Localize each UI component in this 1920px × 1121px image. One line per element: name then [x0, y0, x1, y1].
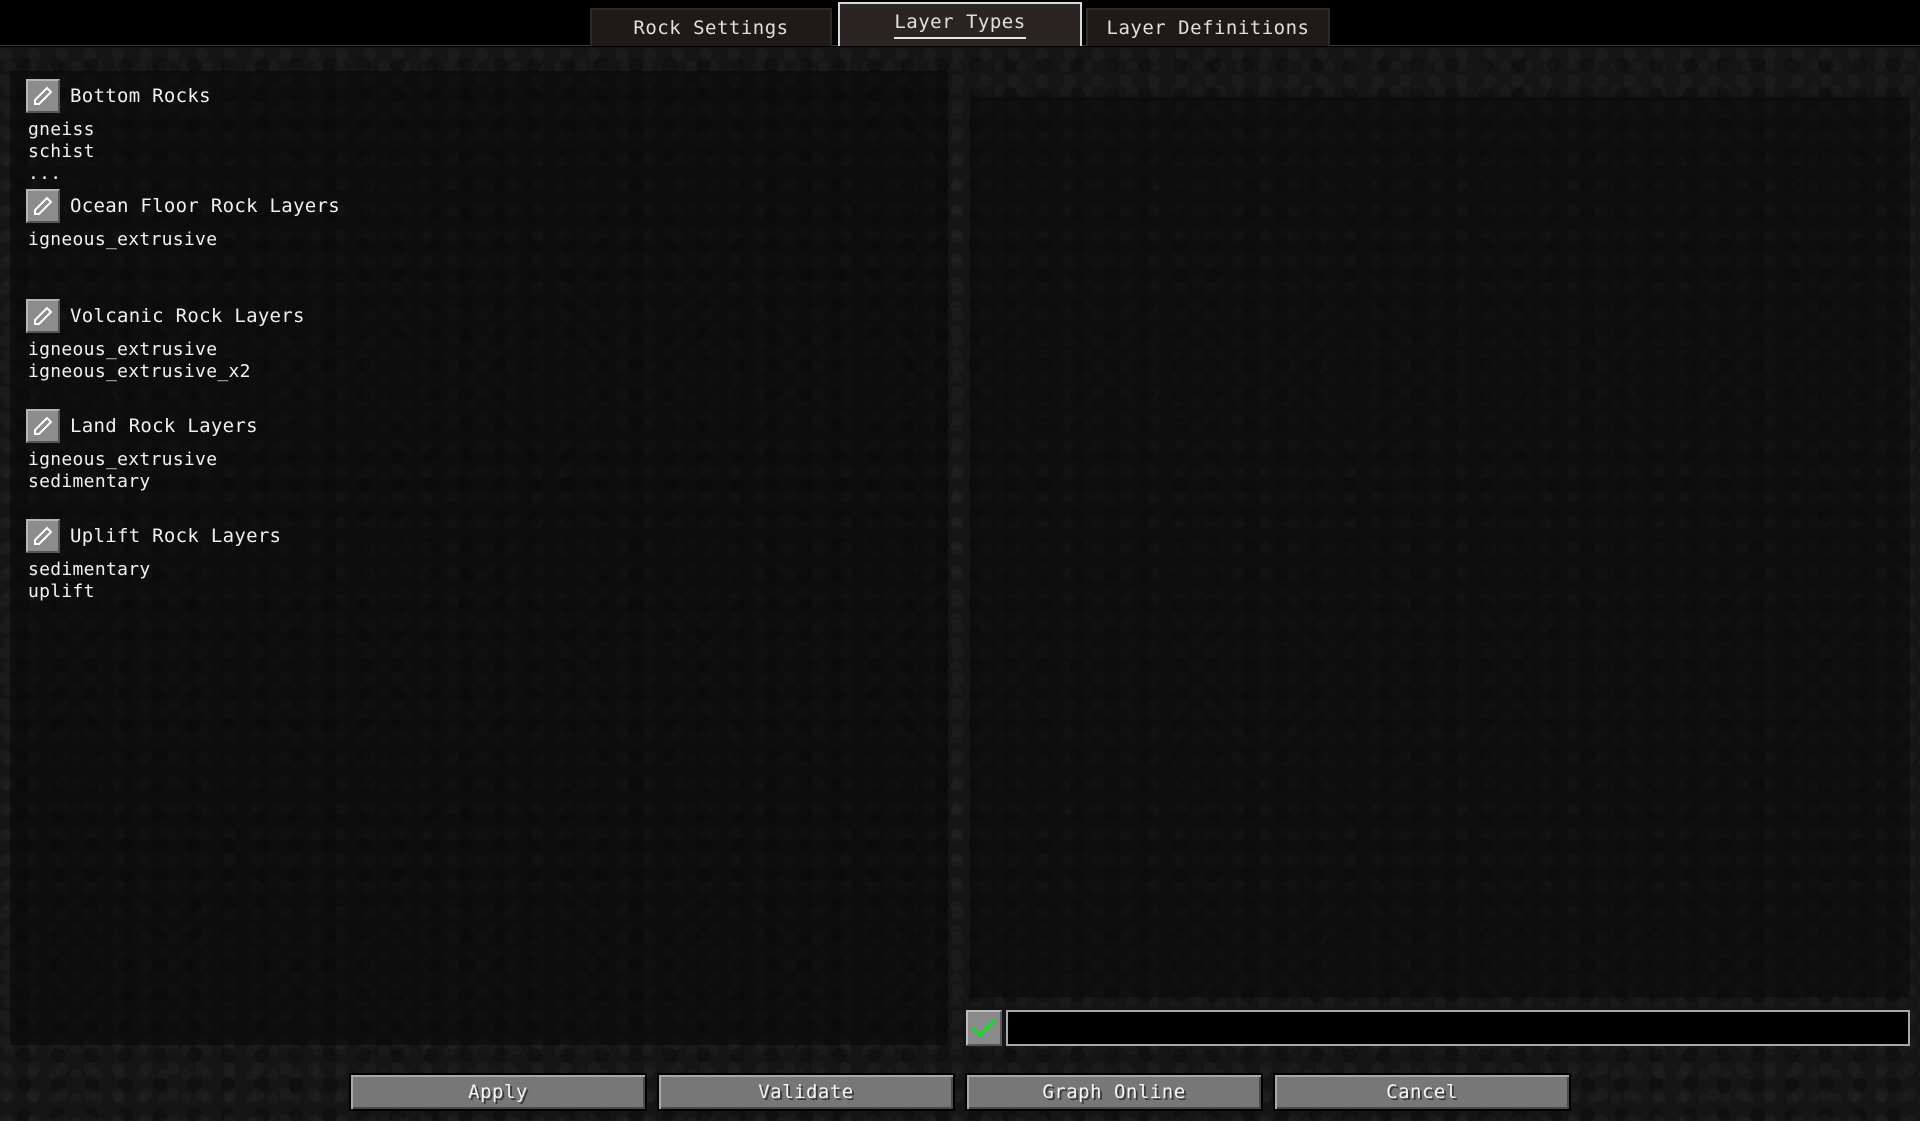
edit-land-button[interactable]	[26, 409, 60, 443]
pencil-icon	[34, 306, 53, 325]
tab-layer-types-label: Layer Types	[894, 11, 1026, 39]
pencil-icon	[34, 416, 53, 435]
editor-input[interactable]	[1006, 1010, 1910, 1046]
confirm-button[interactable]	[966, 1010, 1002, 1046]
layer-group-title: Bottom Rocks	[70, 85, 211, 107]
editor-canvas	[970, 97, 1910, 997]
layer-group-header: Ocean Floor Rock Layers	[26, 189, 340, 223]
layer-item: sedimentary	[28, 559, 151, 580]
validate-button[interactable]: Validate	[657, 1073, 955, 1111]
layer-group-header: Land Rock Layers	[26, 409, 258, 443]
layer-group-title: Volcanic Rock Layers	[70, 305, 305, 327]
layer-group-header: Uplift Rock Layers	[26, 519, 281, 553]
edit-bottom-rocks-button[interactable]	[26, 79, 60, 113]
edit-volcanic-button[interactable]	[26, 299, 60, 333]
layer-item: igneous_extrusive_x2	[28, 361, 251, 382]
layer-item: uplift	[28, 581, 95, 602]
layer-item: sedimentary	[28, 471, 151, 492]
tab-layer-types[interactable]: Layer Types	[838, 2, 1082, 46]
layer-group-title: Land Rock Layers	[70, 415, 258, 437]
pencil-icon	[34, 196, 53, 215]
layer-item: ...	[28, 163, 62, 184]
pencil-icon	[34, 526, 53, 545]
layer-group-ocean-floor: Ocean Floor Rock Layers igneous_extrusiv…	[26, 189, 340, 251]
layer-item: igneous_extrusive	[28, 449, 218, 470]
tab-layer-definitions[interactable]: Layer Definitions	[1086, 8, 1330, 46]
tab-rock-settings[interactable]: Rock Settings	[590, 8, 832, 46]
layer-group-title: Ocean Floor Rock Layers	[70, 195, 340, 217]
layer-item: igneous_extrusive	[28, 229, 218, 250]
layer-group-uplift: Uplift Rock Layers sedimentary uplift	[26, 519, 281, 603]
layer-item: igneous_extrusive	[28, 339, 218, 360]
edit-uplift-button[interactable]	[26, 519, 60, 553]
tab-rock-settings-label: Rock Settings	[633, 17, 789, 39]
layer-group-header: Bottom Rocks	[26, 79, 211, 113]
layer-group-volcanic: Volcanic Rock Layers igneous_extrusive i…	[26, 299, 305, 383]
layer-types-list[interactable]: Bottom Rocks gneiss schist ... Ocean Flo…	[10, 71, 948, 1045]
layer-item: gneiss	[28, 119, 95, 140]
layer-group-bottom-rocks: Bottom Rocks gneiss schist ...	[26, 79, 211, 185]
apply-button[interactable]: Apply	[349, 1073, 647, 1111]
edit-ocean-floor-button[interactable]	[26, 189, 60, 223]
rock-config-screen: Rock Settings Layer Types Layer Definiti…	[0, 0, 1920, 1121]
layer-group-land: Land Rock Layers igneous_extrusive sedim…	[26, 409, 258, 493]
layer-item: schist	[28, 141, 95, 162]
checkmark-icon	[971, 1018, 997, 1038]
layer-group-header: Volcanic Rock Layers	[26, 299, 305, 333]
tab-layer-definitions-label: Layer Definitions	[1106, 17, 1310, 39]
cancel-button[interactable]: Cancel	[1273, 1073, 1571, 1111]
pencil-icon	[34, 86, 53, 105]
content-area: Bottom Rocks gneiss schist ... Ocean Flo…	[0, 47, 1920, 1121]
layer-group-title: Uplift Rock Layers	[70, 525, 282, 547]
layer-editor-panel[interactable]	[970, 97, 1910, 997]
tab-bar: Rock Settings Layer Types Layer Definiti…	[0, 0, 1920, 46]
graph-online-button[interactable]: Graph Online	[965, 1073, 1263, 1111]
